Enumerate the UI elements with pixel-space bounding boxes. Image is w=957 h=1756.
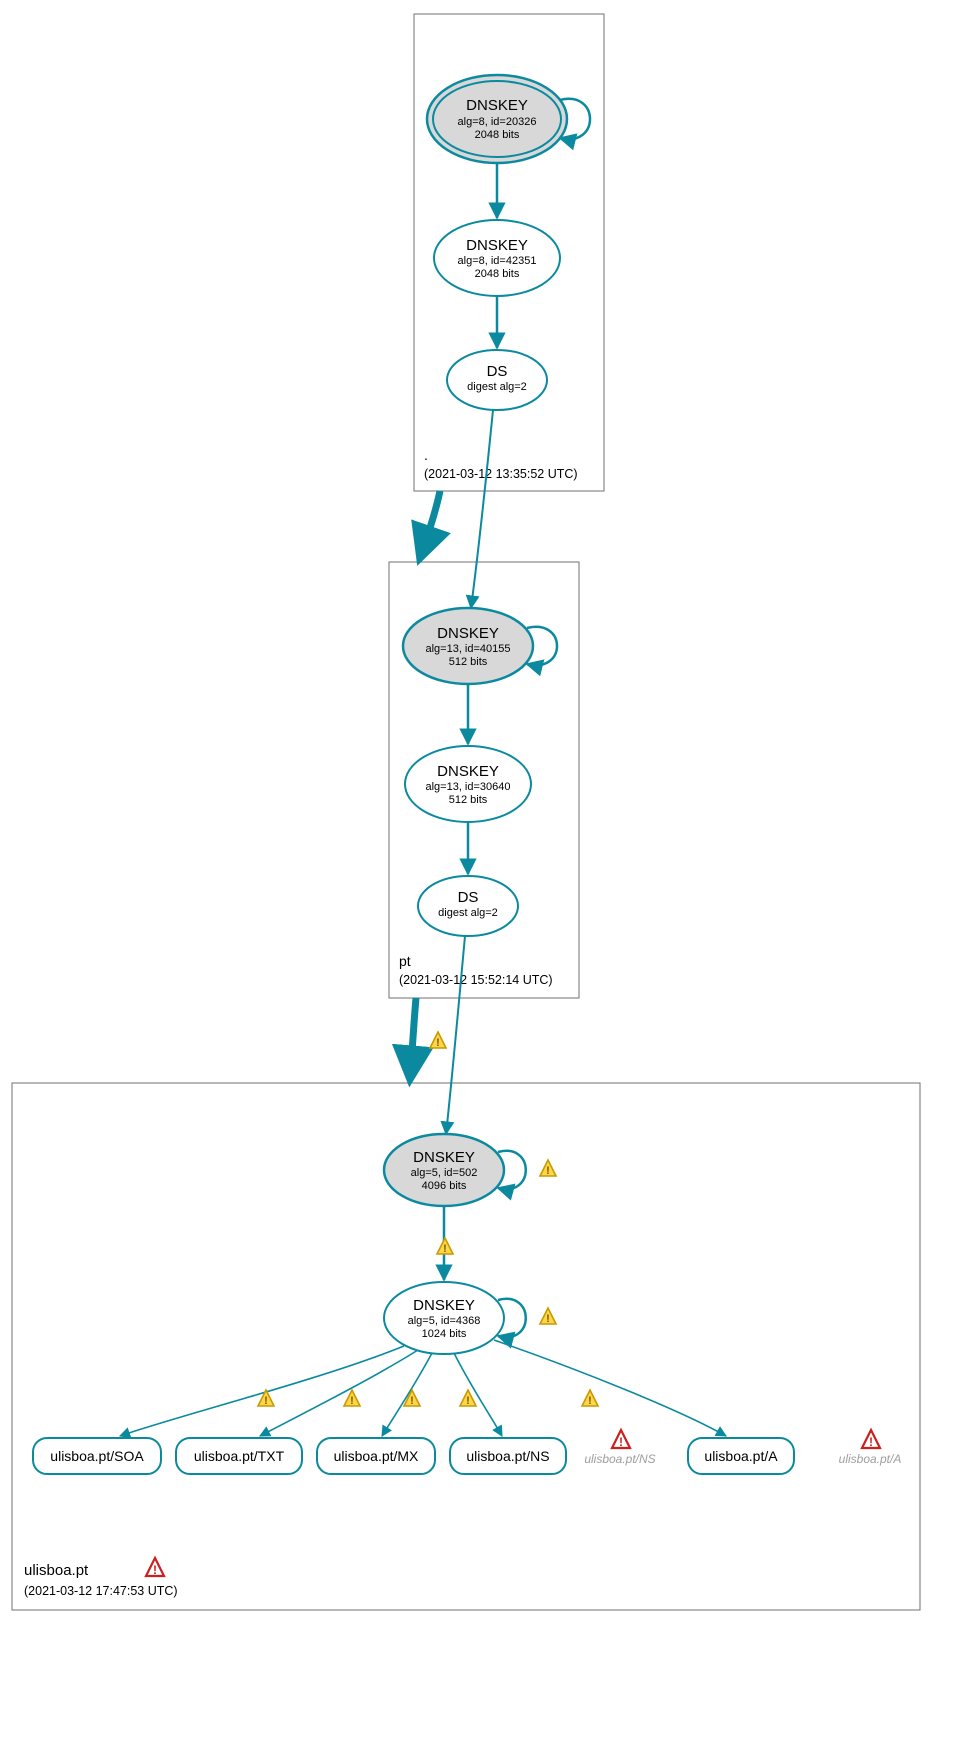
svg-text:alg=8, id=20326: alg=8, id=20326 xyxy=(458,116,537,128)
svg-text:!: ! xyxy=(546,1313,550,1325)
zone-pt-label: pt xyxy=(399,953,411,969)
warn-icon: ! xyxy=(344,1390,360,1407)
edge-rootds-ptksk xyxy=(471,410,493,608)
warn-icon: ! xyxy=(460,1390,476,1407)
node-root-zsk: DNSKEY alg=8, id=42351 2048 bits xyxy=(434,220,560,296)
svg-text:512 bits: 512 bits xyxy=(449,656,488,668)
edge-ulzsk-txt xyxy=(260,1350,418,1436)
node-rr-ns-insecure: ulisboa.pt/NS xyxy=(584,1452,655,1466)
warn-icon: ! xyxy=(540,1160,556,1177)
svg-text:1024 bits: 1024 bits xyxy=(422,1328,467,1340)
svg-text:DNSKEY: DNSKEY xyxy=(413,1149,475,1166)
svg-text:alg=8, id=42351: alg=8, id=42351 xyxy=(458,255,537,267)
svg-text:DNSKEY: DNSKEY xyxy=(466,97,528,114)
svg-text:2048 bits: 2048 bits xyxy=(475,268,520,280)
svg-text:DS: DS xyxy=(458,889,479,906)
svg-text:digest alg=2: digest alg=2 xyxy=(467,381,527,393)
edge-ptds-ulksk xyxy=(446,936,465,1134)
zone-root-label: . xyxy=(424,447,428,463)
svg-text:!: ! xyxy=(264,1395,268,1407)
edge-delegation-pt-ulisboa xyxy=(410,998,416,1079)
error-icon: ! xyxy=(862,1430,880,1449)
svg-text:4096 bits: 4096 bits xyxy=(422,1180,467,1192)
warn-icon: ! xyxy=(437,1238,453,1255)
error-icon: ! xyxy=(146,1558,164,1577)
node-rr-a: ulisboa.pt/A xyxy=(688,1438,794,1474)
node-rr-a-insecure: ulisboa.pt/A xyxy=(839,1452,902,1466)
svg-text:512 bits: 512 bits xyxy=(449,794,488,806)
edge-delegation-root-pt xyxy=(420,491,440,558)
svg-text:ulisboa.pt/NS: ulisboa.pt/NS xyxy=(466,1448,549,1464)
zone-pt-timestamp: (2021-03-12 15:52:14 UTC) xyxy=(399,973,553,987)
node-root-ds: DS digest alg=2 xyxy=(447,350,547,410)
svg-text:alg=5, id=502: alg=5, id=502 xyxy=(411,1167,478,1179)
svg-text:ulisboa.pt/MX: ulisboa.pt/MX xyxy=(334,1448,419,1464)
svg-text:!: ! xyxy=(619,1435,623,1449)
node-rr-mx: ulisboa.pt/MX xyxy=(317,1438,435,1474)
svg-text:ulisboa.pt/TXT: ulisboa.pt/TXT xyxy=(194,1448,285,1464)
warn-icon: ! xyxy=(430,1032,446,1049)
svg-text:alg=13, id=40155: alg=13, id=40155 xyxy=(425,643,510,655)
svg-text:!: ! xyxy=(410,1395,414,1407)
svg-text:!: ! xyxy=(436,1037,440,1049)
svg-text:DS: DS xyxy=(487,363,508,380)
svg-text:!: ! xyxy=(443,1243,447,1255)
svg-text:!: ! xyxy=(546,1165,550,1177)
node-ul-ksk: DNSKEY alg=5, id=502 4096 bits xyxy=(384,1134,504,1206)
node-pt-ds: DS digest alg=2 xyxy=(418,876,518,936)
svg-text:2048 bits: 2048 bits xyxy=(475,129,520,141)
node-rr-txt: ulisboa.pt/TXT xyxy=(176,1438,302,1474)
svg-text:DNSKEY: DNSKEY xyxy=(413,1297,475,1314)
warn-icon: ! xyxy=(582,1390,598,1407)
node-pt-ksk: DNSKEY alg=13, id=40155 512 bits xyxy=(403,608,533,684)
node-rr-soa: ulisboa.pt/SOA xyxy=(33,1438,161,1474)
svg-text:ulisboa.pt/SOA: ulisboa.pt/SOA xyxy=(50,1448,144,1464)
edge-ulzsk-soa xyxy=(120,1346,404,1436)
svg-text:alg=13, id=30640: alg=13, id=30640 xyxy=(425,781,510,793)
zone-ulisboa-label: ulisboa.pt xyxy=(24,1562,89,1579)
warn-icon: ! xyxy=(258,1390,274,1407)
edge-ulzsk-a xyxy=(494,1340,726,1436)
dnssec-diagram: . (2021-03-12 13:35:52 UTC) pt (2021-03-… xyxy=(0,0,957,1756)
edge-ulzsk-ns xyxy=(454,1353,502,1436)
svg-text:!: ! xyxy=(350,1395,354,1407)
error-icon: ! xyxy=(612,1430,630,1449)
warn-icon: ! xyxy=(540,1308,556,1325)
zone-root-timestamp: (2021-03-12 13:35:52 UTC) xyxy=(424,467,578,481)
node-ul-zsk: DNSKEY alg=5, id=4368 1024 bits xyxy=(384,1282,504,1354)
svg-text:DNSKEY: DNSKEY xyxy=(466,237,528,254)
svg-text:ulisboa.pt/A: ulisboa.pt/A xyxy=(704,1448,778,1464)
svg-text:!: ! xyxy=(869,1435,873,1449)
edge-ulzsk-mx xyxy=(382,1353,432,1436)
svg-text:!: ! xyxy=(153,1563,157,1577)
node-root-ksk: DNSKEY alg=8, id=20326 2048 bits xyxy=(427,75,567,163)
svg-text:!: ! xyxy=(466,1395,470,1407)
svg-text:DNSKEY: DNSKEY xyxy=(437,625,499,642)
svg-text:alg=5, id=4368: alg=5, id=4368 xyxy=(408,1315,481,1327)
svg-text:DNSKEY: DNSKEY xyxy=(437,763,499,780)
svg-text:digest alg=2: digest alg=2 xyxy=(438,907,498,919)
zone-ulisboa-timestamp: (2021-03-12 17:47:53 UTC) xyxy=(24,1584,178,1598)
svg-text:!: ! xyxy=(588,1395,592,1407)
node-pt-zsk: DNSKEY alg=13, id=30640 512 bits xyxy=(405,746,531,822)
node-rr-ns: ulisboa.pt/NS xyxy=(450,1438,566,1474)
